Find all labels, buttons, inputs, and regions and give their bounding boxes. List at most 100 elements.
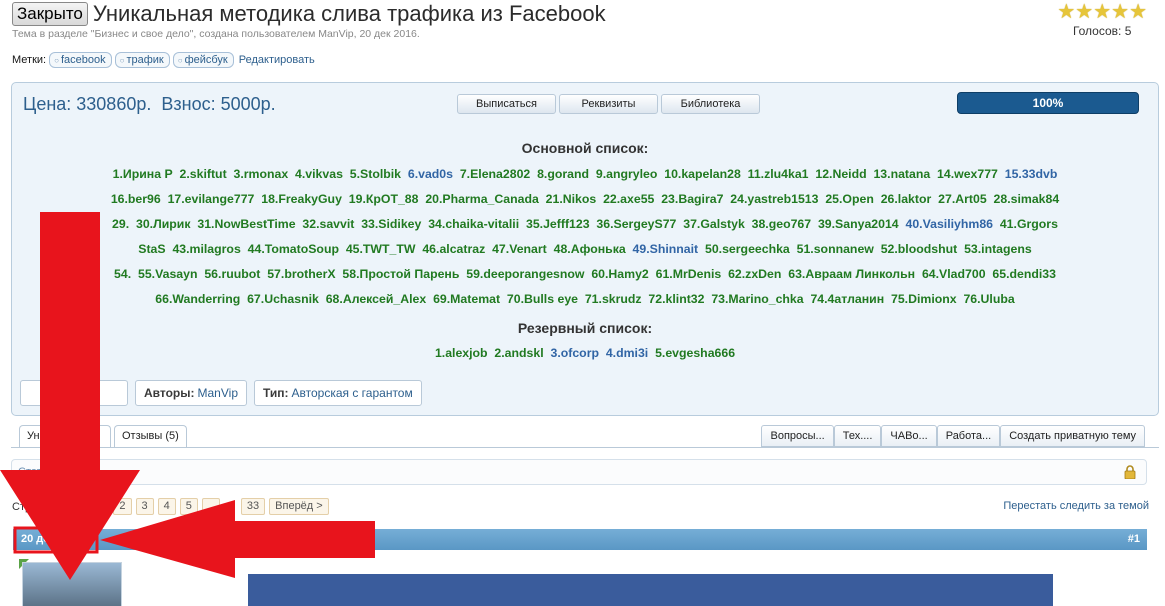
participant-link[interactable]: 7.Elena2802	[460, 167, 530, 181]
reserve-participant-link[interactable]: 5.evgesha666	[655, 346, 735, 360]
participant-link[interactable]: 61.MrDenis	[656, 267, 722, 281]
tag-traffic[interactable]: ○ трафик	[114, 52, 170, 68]
unsubscribe-button[interactable]: Выписаться	[457, 94, 556, 114]
participant-link[interactable]: 27.Art05	[938, 192, 987, 206]
participant-link[interactable]: 29.	[112, 217, 129, 231]
participant-link[interactable]: 3.rmonax	[234, 167, 289, 181]
participant-link[interactable]: 22.axe55	[603, 192, 654, 206]
tab-tech[interactable]: Тех....	[833, 425, 882, 447]
participant-link[interactable]: 53.intagens	[964, 242, 1032, 256]
closed-button[interactable]: Закрыто	[12, 2, 88, 26]
participant-link[interactable]: 24.yastreb1513	[730, 192, 818, 206]
page-link[interactable]	[201, 498, 220, 515]
participant-link[interactable]: 48.Афонька	[554, 242, 626, 256]
participant-link[interactable]: 6.vad0s	[408, 167, 453, 181]
participant-link[interactable]: 16.ber96	[111, 192, 161, 206]
participant-link[interactable]: 66.Wanderring	[155, 292, 240, 306]
participant-link[interactable]: 8.gorand	[537, 167, 589, 181]
participant-link[interactable]: 41.Grgors	[1000, 217, 1058, 231]
reserve-participant-link[interactable]: 2.andskl	[494, 346, 543, 360]
participant-link[interactable]: 65.dendi33	[992, 267, 1056, 281]
unwatch-thread-link[interactable]: Перестать следить за темой	[1003, 500, 1149, 512]
participant-link[interactable]: 33.Sidikey	[361, 217, 421, 231]
participant-link[interactable]: 74.4атланин	[810, 292, 884, 306]
participant-link[interactable]: 62.zxDen	[728, 267, 781, 281]
page-link[interactable]: 3	[135, 498, 154, 515]
participant-link[interactable]: 20.Pharma_Canada	[425, 192, 538, 206]
avatar[interactable]	[22, 562, 122, 606]
tab-faq[interactable]: ЧАВо...	[881, 425, 937, 447]
participant-link[interactable]: 4.vikvas	[295, 167, 343, 181]
participant-link[interactable]: 26.laktor	[881, 192, 932, 206]
participant-link[interactable]: StaS	[138, 242, 165, 256]
participant-link[interactable]: 54.	[114, 267, 131, 281]
create-private-topic-button[interactable]: Создать приватную тему	[1000, 425, 1145, 447]
participant-link[interactable]: 70.Bulls eye	[507, 292, 578, 306]
reserve-participant-link[interactable]: 3.ofcorp	[550, 346, 599, 360]
tab-work[interactable]: Работа...	[936, 425, 1001, 447]
participant-link[interactable]: 75.Dimionx	[891, 292, 957, 306]
arrow-right-icon[interactable]: →	[224, 499, 237, 514]
participant-link[interactable]: 9.angryleo	[596, 167, 658, 181]
participant-link[interactable]: 11.zlu4ka1	[748, 167, 809, 181]
participant-link[interactable]: 32.savvit	[302, 217, 354, 231]
participant-link[interactable]: 14.wex777	[937, 167, 998, 181]
participant-link[interactable]: 21.Nikos	[546, 192, 597, 206]
participant-link[interactable]: 36.SergeyS77	[596, 217, 676, 231]
authors-info[interactable]: Авторы: ManVip	[135, 380, 247, 406]
tab-questions[interactable]: Вопросы...	[761, 425, 834, 447]
participant-link[interactable]: 12.Neidd	[815, 167, 866, 181]
reserve-participant-link[interactable]: 4.dmi3i	[606, 346, 648, 360]
reserve-participant-link[interactable]: 1.alexjob	[435, 346, 488, 360]
participant-link[interactable]: 68.Алексей_Alex	[326, 292, 427, 306]
participant-link[interactable]: 56.ruubot	[204, 267, 260, 281]
participant-link[interactable]: 13.natana	[873, 167, 930, 181]
participant-link[interactable]: 46.alcatraz	[422, 242, 485, 256]
participant-link[interactable]: 1.Ирина Р	[113, 167, 173, 181]
participant-link[interactable]: 37.Galstyk	[683, 217, 745, 231]
participant-link[interactable]: 15.33dvb	[1005, 167, 1058, 181]
participant-link[interactable]: 18.FreakyGuy	[261, 192, 342, 206]
participant-link[interactable]: 38.geo767	[752, 217, 811, 231]
participant-link[interactable]: 72.klint32	[648, 292, 704, 306]
participant-link[interactable]: 45.TWT_TW	[346, 242, 416, 256]
participant-link[interactable]: 5.Stolbik	[350, 167, 401, 181]
tag-facebook[interactable]: ○ facebook	[49, 52, 112, 68]
edit-tags-link[interactable]: Редактировать	[239, 54, 315, 66]
participant-link[interactable]: 43.milagros	[172, 242, 240, 256]
post-permalink[interactable]: #1	[1128, 533, 1140, 545]
participant-link[interactable]: 44.TomatoSoup	[248, 242, 339, 256]
participant-link[interactable]: 31.NowBestTime	[197, 217, 295, 231]
page-link[interactable]: 1	[91, 498, 110, 515]
requisites-button[interactable]: Реквизиты	[559, 94, 658, 114]
next-page-button[interactable]: Вперёд >	[269, 498, 329, 515]
participant-link[interactable]: 64.Vlad700	[922, 267, 986, 281]
tab-main[interactable]: Уни	[19, 425, 111, 447]
participant-link[interactable]: 19.КрОТ_88	[349, 192, 419, 206]
star-rating-icon[interactable]: ★★★★★	[1057, 2, 1147, 22]
participant-link[interactable]: 49.Shinnait	[633, 242, 699, 256]
participant-link[interactable]: 39.Sanya2014	[818, 217, 899, 231]
participant-link[interactable]: 17.evilange777	[168, 192, 255, 206]
participant-link[interactable]: 60.Hamy2	[591, 267, 648, 281]
tab-reviews[interactable]: Отзывы (5)	[114, 425, 187, 447]
library-button[interactable]: Библиотека	[661, 94, 760, 114]
participant-link[interactable]: 35.Jefff123	[526, 217, 590, 231]
participant-link[interactable]: 58.Простой Парень	[342, 267, 459, 281]
tag-feisbuk[interactable]: ○ фейсбук	[172, 52, 234, 68]
page-link[interactable]: 4	[157, 498, 176, 515]
post-date[interactable]: 20 дек 2016	[21, 533, 82, 545]
participant-link[interactable]: 30.Лирик	[136, 217, 191, 231]
page-link[interactable]: 5	[179, 498, 198, 515]
participant-link[interactable]: 67.Uchasnik	[247, 292, 319, 306]
type-info[interactable]: Тип: Авторская с гарантом	[254, 380, 422, 406]
participant-link[interactable]: 71.skrudz	[585, 292, 642, 306]
last-page-link[interactable]: 33	[240, 498, 266, 515]
participant-link[interactable]: 76.Uluba	[963, 292, 1014, 306]
participant-link[interactable]: 10.kapelan28	[664, 167, 741, 181]
participant-link[interactable]: 34.chaika-vitalii	[428, 217, 519, 231]
participant-link[interactable]: 47.Venart	[492, 242, 547, 256]
participant-link[interactable]: 28.simak84	[994, 192, 1060, 206]
participant-link[interactable]: 40.Vasiliyhm86	[905, 217, 993, 231]
page-link[interactable]: 2	[113, 498, 132, 515]
